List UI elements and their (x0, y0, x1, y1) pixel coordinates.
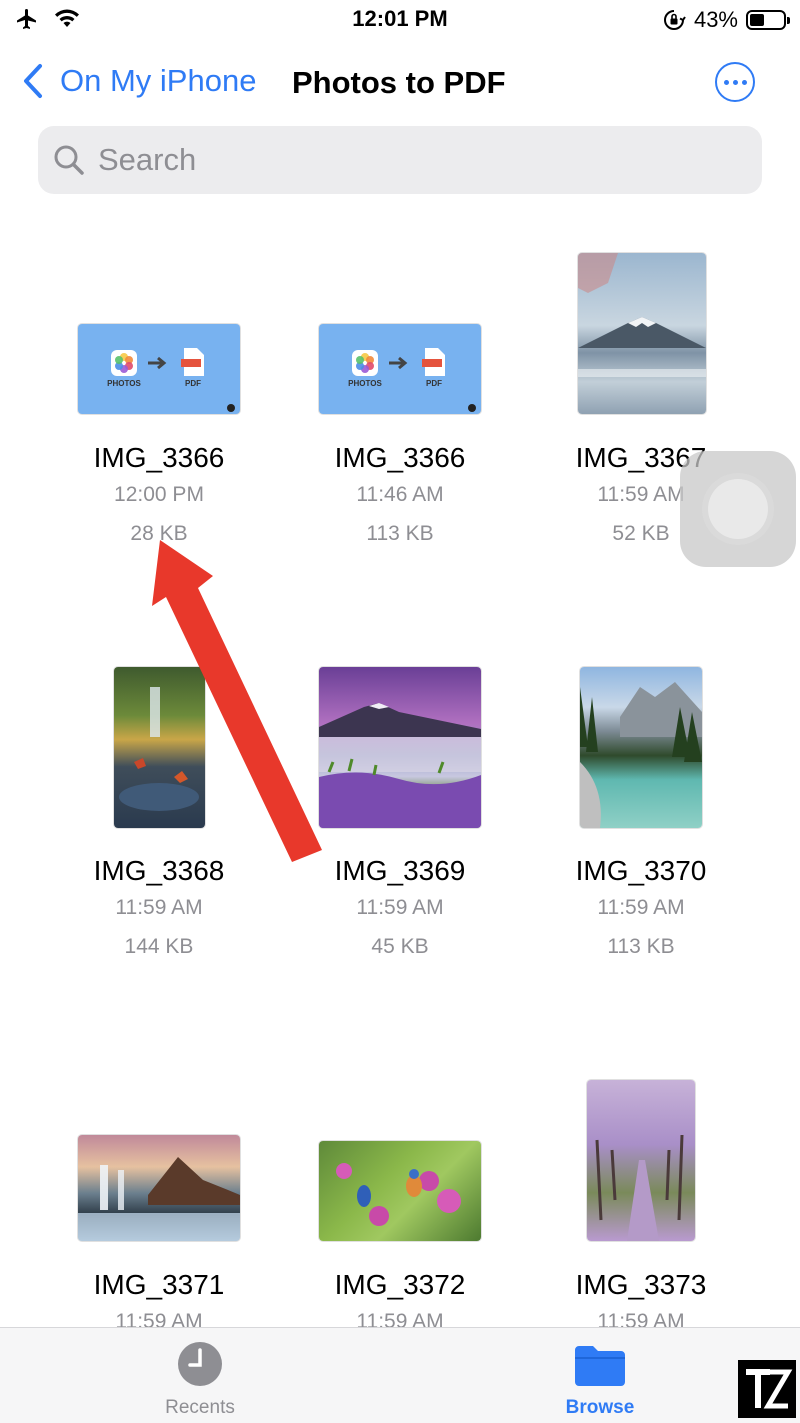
birds-blossoms-image (336, 1163, 461, 1226)
file-item[interactable]: PHOTOS PDF IMG_3366 11:46 AM 113 KB (275, 245, 525, 553)
battery-percent: 43% (693, 7, 738, 32)
mountain-lake-flowers-thumbnail (319, 667, 481, 828)
cherry-blossom-image (595, 1134, 684, 1241)
back-button[interactable]: On My iPhone (22, 63, 256, 99)
file-time: 11:46 AM (356, 483, 444, 506)
search-input[interactable] (96, 141, 700, 179)
tab-recents[interactable]: Recents (120, 1340, 280, 1419)
assistive-touch-button[interactable] (680, 451, 796, 567)
tab-bar: Recents Browse (0, 1327, 800, 1423)
page-title: Photos to PDF (292, 65, 506, 100)
waterfall-image (119, 687, 199, 811)
status-right-icons: 43% (662, 7, 790, 33)
chevron-left-icon (24, 64, 42, 98)
file-thumbnail (275, 658, 525, 838)
photos-to-pdf-graphic (352, 348, 476, 412)
cherry-blossom-thumbnail (587, 1080, 695, 1241)
tab-browse-label: Browse (565, 1397, 635, 1418)
folder-icon (575, 1346, 625, 1386)
thumb-label-pdf: PDF (426, 379, 442, 388)
file-thumbnail (516, 1072, 766, 1252)
tz-logo-mark (746, 1369, 793, 1409)
thumb-label-pdf: PDF (185, 379, 201, 388)
waterfall-autumn-thumbnail (114, 667, 205, 828)
tz-watermark-logo (738, 1360, 796, 1418)
file-name: IMG_3366 (93, 442, 225, 473)
clock-icon (178, 1342, 222, 1386)
file-thumbnail (34, 658, 284, 838)
tab-recents-label: Recents (165, 1397, 235, 1418)
file-thumbnail (34, 1072, 284, 1252)
file-name: IMG_3369 (334, 855, 466, 886)
more-dot (723, 79, 729, 85)
file-thumbnail (516, 658, 766, 838)
mountain-lake-image (319, 703, 481, 828)
waterfall-mountain-thumbnail (78, 1135, 240, 1241)
file-time: 11:59 AM (115, 896, 203, 919)
search-icon (54, 145, 84, 175)
tab-browse[interactable]: Browse (520, 1340, 680, 1419)
file-size: 113 KB (607, 935, 675, 958)
file-item[interactable]: IMG_3369 11:59 AM 45 KB (275, 658, 525, 966)
file-size: 113 KB (366, 522, 434, 545)
file-thumbnail: PHOTOS PDF (275, 245, 525, 425)
file-time: 11:59 AM (356, 896, 444, 919)
file-item[interactable]: IMG_3371 11:59 AM (34, 1072, 284, 1341)
file-name: IMG_3372 (334, 1269, 466, 1300)
status-bar: 12:01 PM 43% (0, 0, 800, 40)
file-item[interactable]: PHOTOS PDF IMG_3366 12:00 PM 28 KB (34, 245, 284, 553)
thumb-label-photos: PHOTOS (107, 379, 141, 388)
battery-cap (787, 17, 790, 24)
orientation-lock-icon (663, 10, 686, 30)
file-name: IMG_3371 (93, 1269, 225, 1300)
photos-to-pdf-thumbnail: PHOTOS PDF (319, 324, 481, 414)
navigation-bar: On My iPhone Photos to PDF (0, 55, 800, 111)
file-item[interactable]: IMG_3373 11:59 AM (516, 1072, 766, 1341)
mount-fuji-image (578, 253, 706, 377)
file-item[interactable]: IMG_3368 11:59 AM 144 KB (34, 658, 284, 966)
turquoise-lake-image (580, 682, 702, 828)
thumb-label-photos: PHOTOS (348, 379, 382, 388)
search-bar[interactable] (38, 126, 762, 194)
file-name: IMG_3370 (575, 855, 707, 886)
assistive-touch-inner (708, 479, 768, 539)
more-dot (732, 79, 738, 85)
file-size: 45 KB (371, 935, 429, 958)
battery-level (750, 14, 764, 26)
file-size: 28 KB (130, 522, 188, 545)
more-dot (741, 79, 747, 85)
waterfall-mountain-image (78, 1157, 240, 1241)
photos-to-pdf-thumbnail: PHOTOS PDF (78, 324, 240, 414)
file-name: IMG_3373 (575, 1269, 707, 1300)
photos-to-pdf-graphic (111, 348, 235, 412)
more-options-button[interactable] (715, 62, 755, 102)
file-item[interactable]: IMG_3372 11:59 AM (275, 1072, 525, 1341)
file-item[interactable]: IMG_3370 11:59 AM 113 KB (516, 658, 766, 966)
file-thumbnail (516, 245, 766, 425)
file-size: 144 KB (124, 935, 194, 958)
file-thumbnail (275, 1072, 525, 1252)
turquoise-lake-thumbnail (580, 667, 702, 828)
file-name: IMG_3366 (334, 442, 466, 473)
battery-icon (746, 10, 790, 30)
file-thumbnail: PHOTOS PDF (34, 245, 284, 425)
file-time: 11:59 AM (597, 896, 685, 919)
file-time: 12:00 PM (114, 483, 204, 506)
mount-fuji-lake-thumbnail (578, 253, 706, 414)
file-name: IMG_3368 (93, 855, 225, 886)
birds-blossoms-thumbnail (319, 1141, 481, 1241)
back-button-label: On My iPhone (60, 63, 257, 98)
